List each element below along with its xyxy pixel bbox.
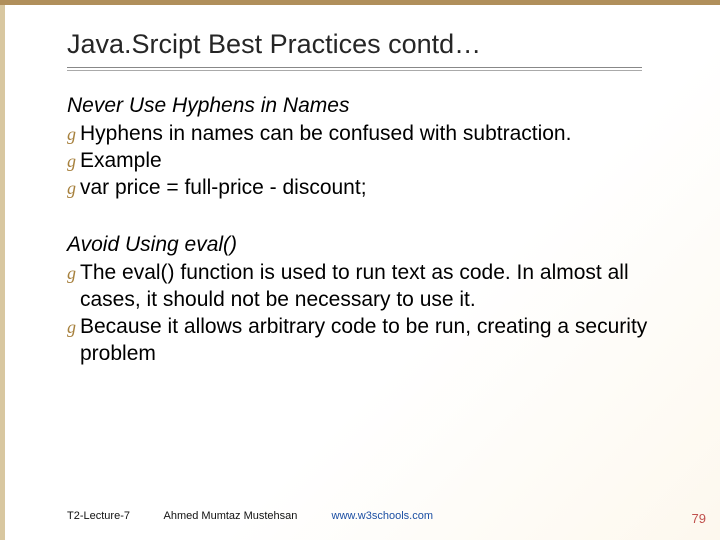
- content-area: Java.Srcipt Best Practices contd… Never …: [5, 5, 720, 540]
- bullet-list: g The eval() function is used to run tex…: [67, 260, 667, 368]
- list-item: g Example: [67, 148, 667, 175]
- slide-title: Java.Srcipt Best Practices contd…: [67, 29, 481, 60]
- spacer: [67, 202, 667, 232]
- page-number: 79: [692, 511, 706, 526]
- list-item: g The eval() function is used to run tex…: [67, 260, 667, 314]
- bullet-text: The eval() function is used to run text …: [80, 260, 667, 314]
- bullet-icon: g: [67, 262, 76, 285]
- section-heading: Avoid Using eval(): [67, 232, 667, 258]
- list-item: g Hyphens in names can be confused with …: [67, 121, 667, 148]
- bullet-text: Example: [80, 148, 667, 175]
- bullet-icon: g: [67, 123, 76, 146]
- slide: Java.Srcipt Best Practices contd… Never …: [0, 0, 720, 540]
- bullet-icon: g: [67, 316, 76, 339]
- body-content: Never Use Hyphens in Names g Hyphens in …: [67, 93, 667, 368]
- bullet-text: var price = full-price - discount;: [80, 175, 667, 202]
- title-underline-secondary: [67, 70, 642, 71]
- bullet-text: Because it allows arbitrary code to be r…: [80, 314, 667, 368]
- bullet-text: Hyphens in names can be confused with su…: [80, 121, 667, 148]
- section-heading: Never Use Hyphens in Names: [67, 93, 667, 119]
- title-underline: [67, 67, 642, 68]
- bullet-icon: g: [67, 150, 76, 173]
- footer-lecture: T2-Lecture-7: [67, 510, 130, 522]
- footer: T2-Lecture-7 Ahmed Mumtaz Mustehsan www.…: [67, 510, 433, 522]
- list-item: g Because it allows arbitrary code to be…: [67, 314, 667, 368]
- footer-author: Ahmed Mumtaz Mustehsan: [164, 510, 298, 522]
- bullet-icon: g: [67, 177, 76, 200]
- list-item: g var price = full-price - discount;: [67, 175, 667, 202]
- bullet-list: g Hyphens in names can be confused with …: [67, 121, 667, 202]
- footer-url: www.w3schools.com: [332, 510, 433, 522]
